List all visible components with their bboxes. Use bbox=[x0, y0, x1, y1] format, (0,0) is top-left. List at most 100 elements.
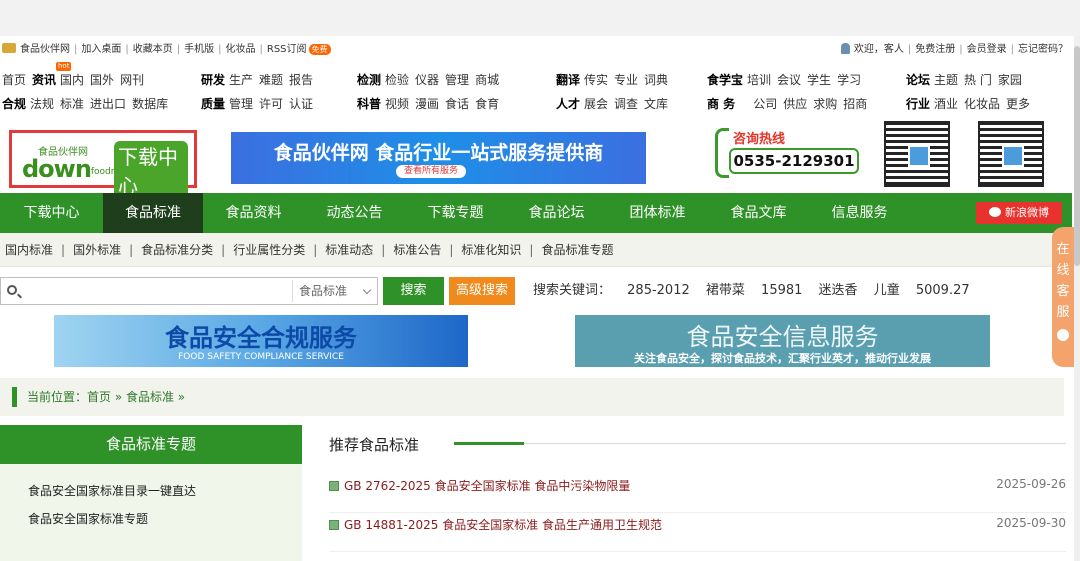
keyword-link[interactable]: 迷迭香 bbox=[819, 283, 858, 298]
nav-link[interactable]: 管理 bbox=[445, 73, 469, 87]
forgot-password-link[interactable]: 忘记密码？ bbox=[1018, 44, 1068, 55]
nav-group-title[interactable]: 合规 bbox=[2, 97, 26, 111]
main-nav-standards[interactable]: 食品标准 bbox=[103, 193, 203, 233]
compliance-service-banner[interactable]: 食品安全合规服务 FOOD SAFETY COMPLIANCE SERVICE bbox=[54, 315, 468, 367]
nav-link[interactable]: 展会 bbox=[584, 97, 608, 111]
nav-link[interactable]: 认证 bbox=[289, 97, 313, 111]
topbar-link-desktop[interactable]: 加入桌面 bbox=[81, 44, 121, 55]
nav-link[interactable]: 生产 bbox=[229, 73, 253, 87]
nav-link[interactable]: 法规 bbox=[30, 97, 54, 111]
topbar-link-mobile[interactable]: 手机版 bbox=[184, 44, 214, 55]
keyword-link[interactable]: 裙带菜 bbox=[706, 283, 745, 298]
nav-link[interactable]: 检验 bbox=[385, 73, 409, 87]
nav-link[interactable]: 管理 bbox=[229, 97, 253, 111]
nav-group-title[interactable]: 检测 bbox=[357, 73, 381, 87]
search-button[interactable]: 搜索 bbox=[383, 277, 444, 305]
login-link[interactable]: 会员登录 bbox=[967, 44, 1007, 55]
nav-link[interactable]: 报告 bbox=[289, 73, 313, 87]
weibo-button[interactable]: 新浪微博 bbox=[976, 202, 1062, 224]
sub-nav-link[interactable]: 标准动态 bbox=[325, 243, 373, 257]
nav-group-title[interactable]: 行业 bbox=[906, 97, 930, 111]
nav-link[interactable]: 仪器 bbox=[415, 73, 439, 87]
sub-nav-link[interactable]: 食品标准专题 bbox=[541, 243, 613, 257]
sub-nav-link[interactable]: 标准公告 bbox=[393, 243, 441, 257]
search-category-select[interactable]: 食品标准 bbox=[292, 280, 376, 302]
nav-link[interactable]: 国外 bbox=[90, 73, 114, 87]
nav-link[interactable]: 食育 bbox=[475, 97, 499, 111]
sidebar-item-topic[interactable]: 食品安全国家标准专题 bbox=[28, 510, 148, 527]
nav-link[interactable]: 化妆品 bbox=[964, 97, 1000, 111]
sidebar-item-catalog[interactable]: 食品安全国家标准目录一键直达 bbox=[28, 482, 196, 499]
nav-link[interactable]: 国内 bbox=[60, 73, 84, 87]
nav-group-title[interactable]: 翻译 bbox=[556, 73, 580, 87]
nav-link[interactable]: 专业 bbox=[614, 73, 638, 87]
nav-link[interactable]: 会议 bbox=[777, 73, 801, 87]
sub-nav-link[interactable]: 国外标准 bbox=[73, 243, 121, 257]
info-service-banner[interactable]: 食品安全信息服务 关注食品安全，探讨食品技术，汇聚行业英才，推动行业发展 bbox=[575, 315, 990, 367]
main-nav-download[interactable]: 下载中心 bbox=[0, 193, 103, 233]
main-nav-group-standards[interactable]: 团体标准 bbox=[607, 193, 708, 233]
nav-link[interactable]: 家园 bbox=[998, 73, 1022, 87]
keyword-link[interactable]: 285-2012 bbox=[627, 283, 690, 298]
main-nav-announcements[interactable]: 动态公告 bbox=[304, 193, 405, 233]
main-nav-info-service[interactable]: 信息服务 bbox=[809, 193, 910, 233]
nav-link[interactable]: 许可 bbox=[259, 97, 283, 111]
topbar-link-bookmark[interactable]: 收藏本页 bbox=[133, 44, 173, 55]
main-nav-topics[interactable]: 下载专题 bbox=[405, 193, 506, 233]
nav-link[interactable]: 求购 bbox=[813, 97, 837, 111]
sub-nav-link[interactable]: 行业属性分类 bbox=[233, 243, 305, 257]
nav-link[interactable]: 进出口 bbox=[90, 97, 126, 111]
nav-link[interactable]: 网刊 bbox=[120, 73, 144, 87]
nav-group-title[interactable]: 人才 bbox=[556, 97, 580, 111]
nav-link[interactable]: 培训 bbox=[747, 73, 771, 87]
list-item[interactable]: GB 2762-2025 食品安全国家标准 食品中污染物限量 2025-09-2… bbox=[329, 477, 1066, 513]
advanced-search-button[interactable]: 高级搜索 bbox=[449, 277, 515, 305]
nav-group-title[interactable]: 科普 bbox=[357, 97, 381, 111]
scrollbar[interactable] bbox=[1074, 36, 1080, 561]
sub-nav-link[interactable]: 标准化知识 bbox=[461, 243, 521, 257]
nav-link[interactable]: 调查 bbox=[614, 97, 638, 111]
service-banner[interactable]: 食品伙伴网 食品行业一站式服务提供商 查看所有服务 bbox=[231, 132, 646, 184]
list-item[interactable]: GB 14881-2025 食品安全国家标准 食品生产通用卫生规范 2025-0… bbox=[329, 516, 1066, 552]
nav-link[interactable]: 首页 bbox=[2, 73, 26, 87]
nav-group-title[interactable]: 食学宝 bbox=[707, 73, 743, 87]
online-service-button[interactable]: 在线客服 bbox=[1052, 227, 1074, 367]
keyword-link[interactable]: 儿童 bbox=[874, 283, 900, 298]
nav-group-title[interactable]: 研发 bbox=[201, 73, 225, 87]
nav-group-title[interactable]: 质量 bbox=[201, 97, 225, 111]
nav-group-title[interactable]: 论坛 bbox=[906, 73, 930, 87]
nav-link[interactable]: 视频 bbox=[385, 97, 409, 111]
nav-link[interactable]: 漫画 bbox=[415, 97, 439, 111]
sub-nav-link[interactable]: 国内标准 bbox=[5, 243, 53, 257]
nav-link[interactable]: 词典 bbox=[644, 73, 668, 87]
nav-link[interactable]: 招商 bbox=[843, 97, 867, 111]
sub-nav-link[interactable]: 食品标准分类 bbox=[141, 243, 213, 257]
nav-link[interactable]: 食话 bbox=[445, 97, 469, 111]
topbar-link-rss[interactable]: RSS订阅 bbox=[267, 44, 307, 55]
service-banner-cta[interactable]: 查看所有服务 bbox=[396, 165, 467, 178]
site-logo[interactable]: 食品伙伴网 down .foodmate.net 下载中心 bbox=[9, 130, 197, 199]
nav-link[interactable]: 标准 bbox=[60, 97, 84, 111]
register-link[interactable]: 免费注册 bbox=[915, 44, 955, 55]
nav-group-title[interactable]: 资讯 bbox=[32, 73, 56, 87]
nav-link[interactable]: 公司 bbox=[753, 97, 777, 111]
nav-link[interactable]: 酒业 bbox=[934, 97, 958, 111]
nav-link[interactable]: 更多 bbox=[1006, 97, 1030, 111]
keyword-link[interactable]: 5009.27 bbox=[916, 283, 970, 298]
main-nav-library[interactable]: 食品文库 bbox=[708, 193, 809, 233]
search-input[interactable] bbox=[23, 280, 288, 302]
breadcrumb-text[interactable]: 当前位置：首页 » 食品标准 » bbox=[27, 378, 185, 416]
nav-group-title[interactable]: 商 务 bbox=[707, 97, 735, 111]
nav-link[interactable]: 数据库 bbox=[132, 97, 168, 111]
nav-link[interactable]: 文库 bbox=[644, 97, 668, 111]
nav-link[interactable]: 商城 bbox=[475, 73, 499, 87]
keyword-link[interactable]: 15981 bbox=[761, 283, 802, 298]
nav-link[interactable]: 热 门 bbox=[964, 73, 992, 87]
topbar-link-home[interactable]: 食品伙伴网 bbox=[20, 44, 70, 55]
nav-link[interactable]: 供应 bbox=[783, 97, 807, 111]
topbar-link-cosmetics[interactable]: 化妆品 bbox=[226, 44, 256, 55]
list-item-title[interactable]: GB 14881-2025 食品安全国家标准 食品生产通用卫生规范 bbox=[344, 516, 662, 533]
list-item-title[interactable]: GB 2762-2025 食品安全国家标准 食品中污染物限量 bbox=[344, 477, 630, 494]
main-nav-forum[interactable]: 食品论坛 bbox=[506, 193, 607, 233]
nav-link[interactable]: 传实 bbox=[584, 73, 608, 87]
